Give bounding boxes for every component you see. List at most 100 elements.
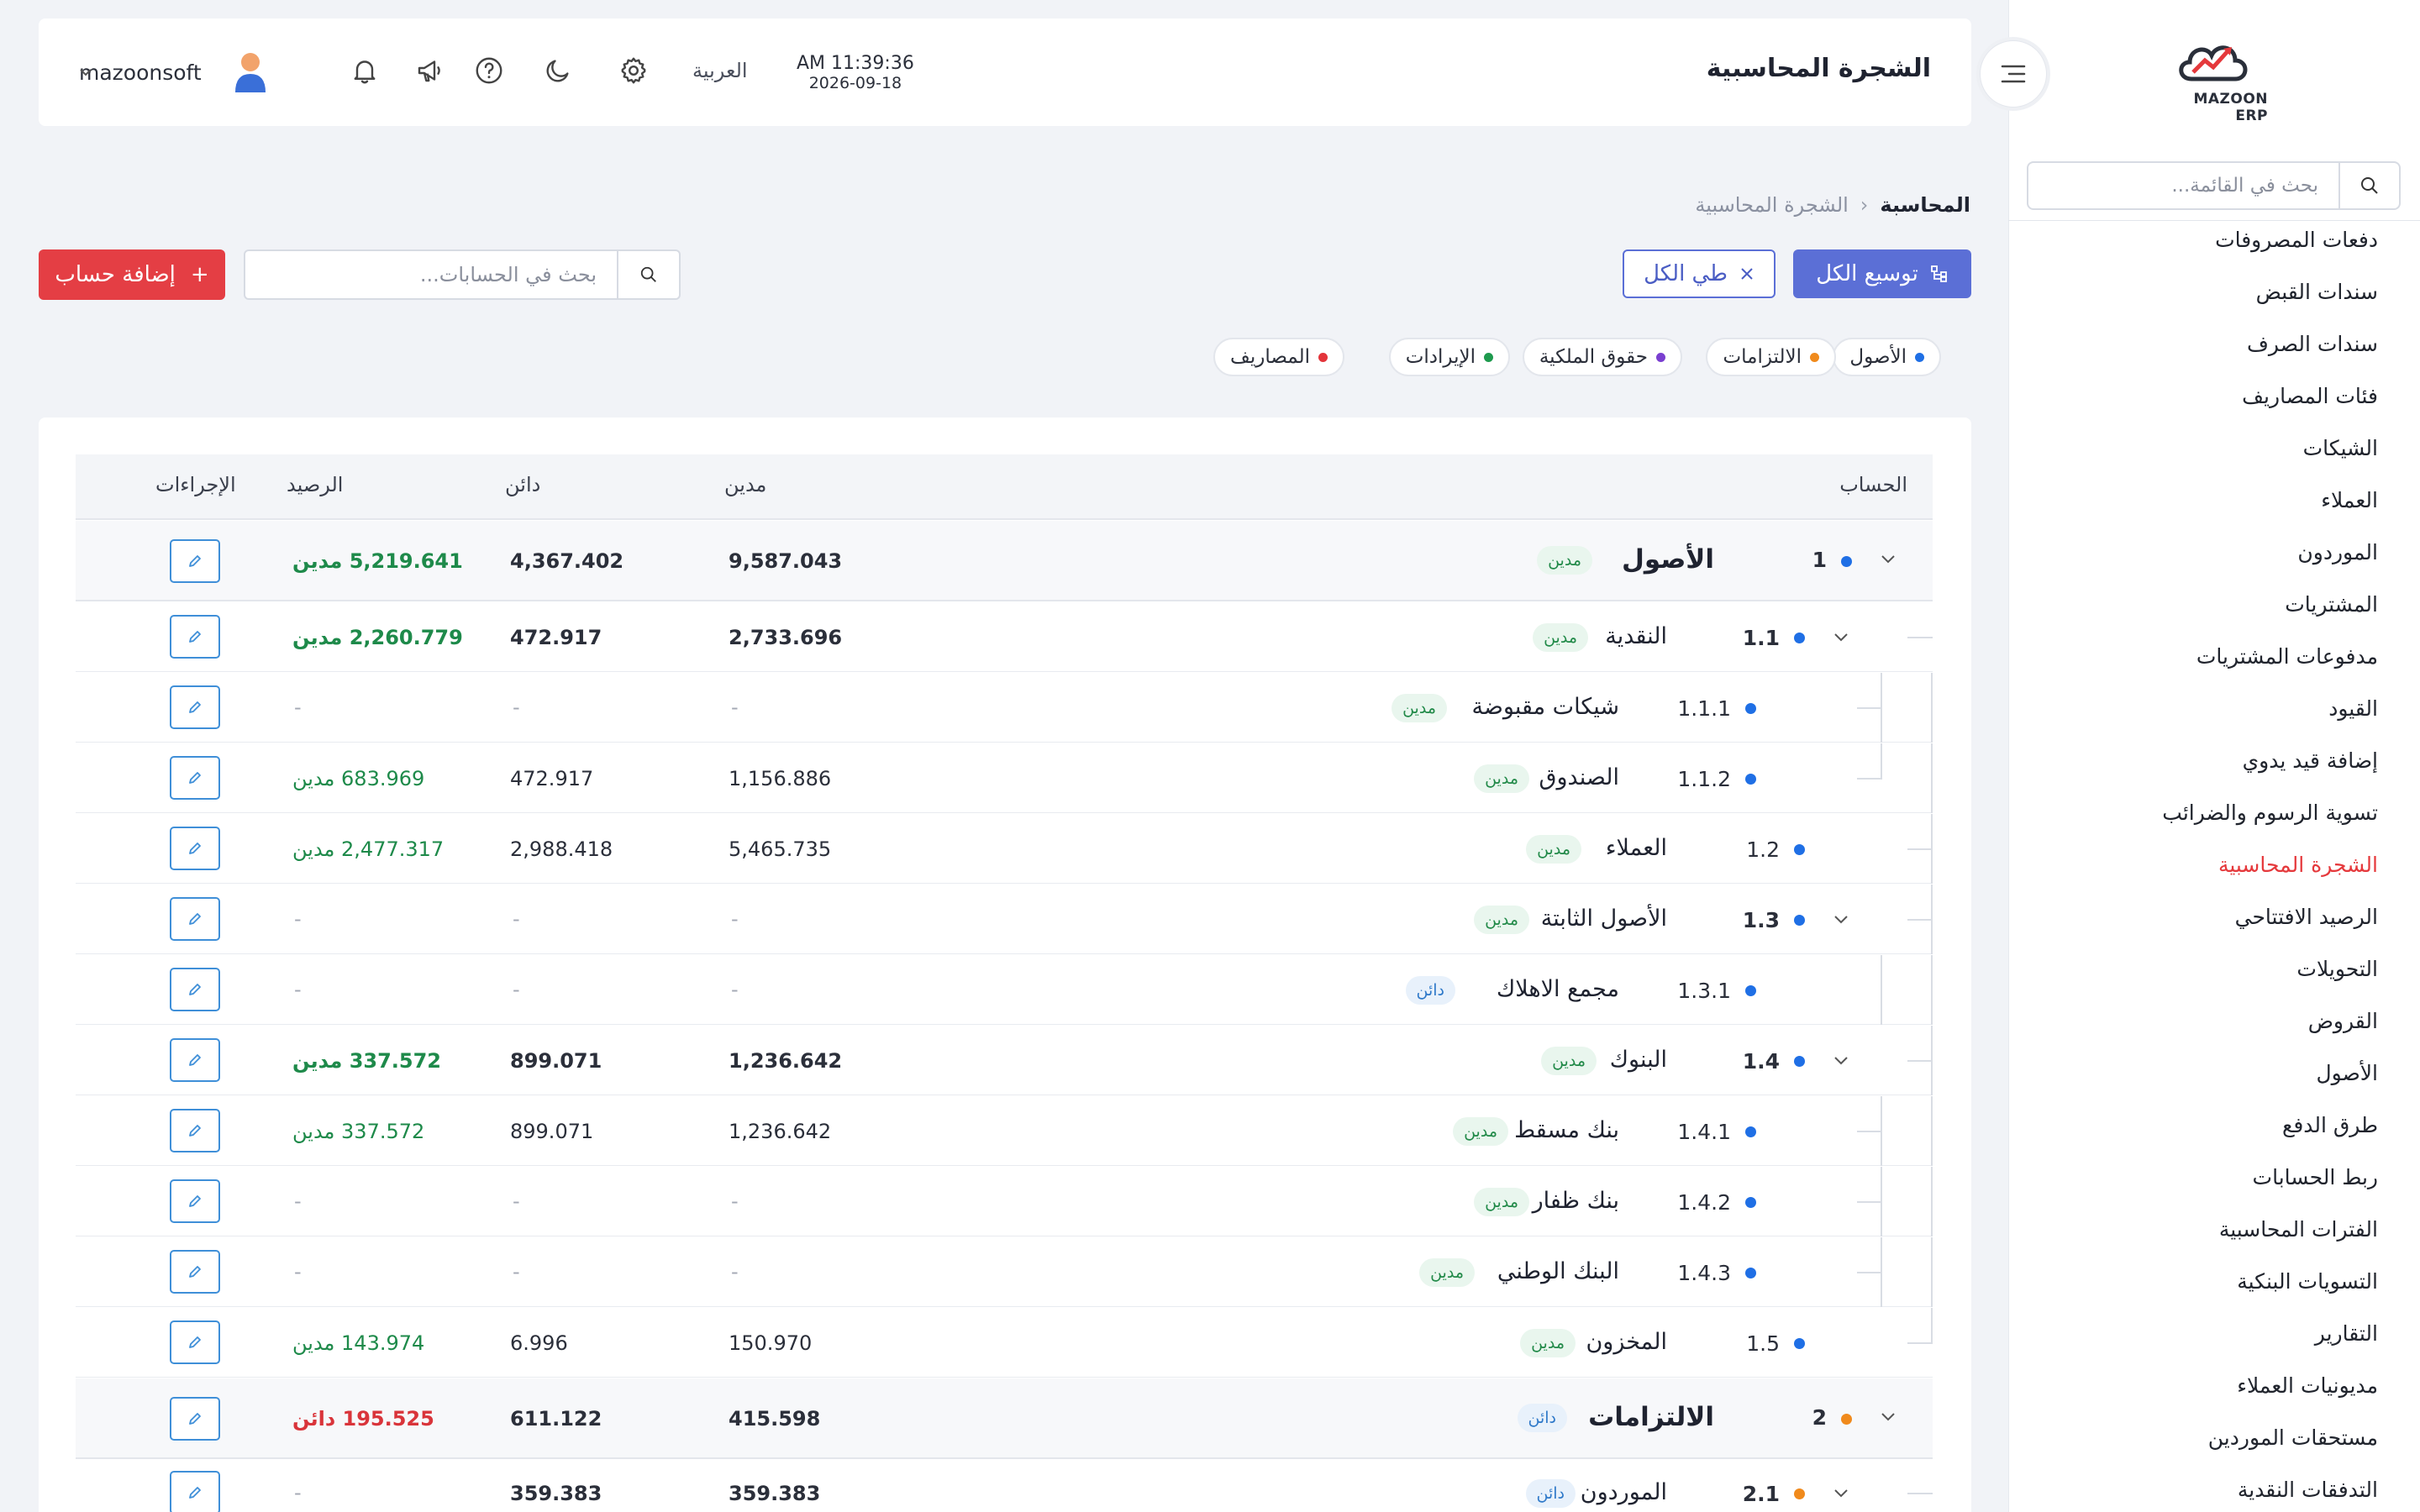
sidebar-item-transfers[interactable]: التحويلات bbox=[2296, 956, 2378, 983]
table-row[interactable]: 2 الالتزامات دائن 415.598 611.122 195.52… bbox=[76, 1378, 1933, 1459]
add-account-button[interactable]: + إضافة حساب bbox=[39, 249, 225, 300]
sidebar-item-cheques[interactable]: الشيكات bbox=[2303, 435, 2378, 462]
edit-button[interactable] bbox=[170, 615, 220, 659]
chevron-down-icon[interactable] bbox=[1833, 915, 1849, 925]
edit-button[interactable] bbox=[170, 827, 220, 870]
table-row[interactable]: 1.2 العملاء مدين 5,465.735 2,988.418 2,4… bbox=[76, 814, 1933, 884]
table-row[interactable]: 2.1 الموردون دائن 359.383 359.383 - bbox=[76, 1460, 1933, 1512]
collapse-all-button[interactable]: طي الكل bbox=[1623, 249, 1776, 298]
edit-button[interactable] bbox=[170, 685, 220, 729]
tree-connector bbox=[1931, 1237, 1933, 1307]
search-icon[interactable] bbox=[617, 251, 679, 298]
help-icon[interactable] bbox=[471, 52, 508, 89]
language-switch[interactable]: العربية bbox=[692, 59, 748, 82]
expand-all-button[interactable]: توسيع الكل bbox=[1793, 249, 1971, 298]
user-menu[interactable]: mazoonsoft bbox=[79, 50, 269, 94]
table-row[interactable]: 1.5 المخزون مدين 150.970 6.996 143.974 م… bbox=[76, 1308, 1933, 1378]
legend-dot bbox=[1484, 352, 1493, 362]
legend-expenses[interactable]: المصاريف bbox=[1213, 338, 1344, 376]
sidebar-search-input[interactable] bbox=[2028, 175, 2338, 197]
sidebar-item-expense-categories[interactable]: فئات المصاريف bbox=[2242, 383, 2378, 410]
table-row[interactable]: 1.3.1 مجمع الاهلاك دائن - - - bbox=[76, 955, 1933, 1025]
legend-dot bbox=[1318, 352, 1328, 362]
edit-button[interactable] bbox=[170, 1250, 220, 1294]
sidebar-item-journal-entries[interactable]: القيود bbox=[2328, 696, 2378, 722]
sidebar-item-assets[interactable]: الأصول bbox=[2316, 1060, 2378, 1087]
sidebar-search[interactable] bbox=[2027, 161, 2401, 210]
account-name: بنك مسقط bbox=[1514, 1117, 1619, 1143]
chevron-down-icon[interactable] bbox=[1833, 633, 1849, 643]
table-row[interactable]: 1.4.2 بنك ظفار مدين - - - bbox=[76, 1167, 1933, 1236]
avatar bbox=[234, 53, 266, 92]
tree-connector bbox=[1931, 1167, 1933, 1236]
app-logo[interactable]: MAZOON ERP bbox=[2159, 37, 2268, 124]
credit-value: - bbox=[513, 907, 520, 931]
balance-value: - bbox=[294, 696, 302, 719]
sidebar-item-customers[interactable]: العملاء bbox=[2321, 487, 2378, 514]
chevron-down-icon[interactable] bbox=[1881, 554, 1896, 564]
credit-value: 472.917 bbox=[510, 767, 594, 790]
col-credit: دائن bbox=[505, 473, 541, 496]
edit-button[interactable] bbox=[170, 756, 220, 800]
sidebar-item-suppliers[interactable]: الموردون bbox=[2297, 539, 2378, 566]
edit-button[interactable] bbox=[170, 1038, 220, 1082]
sidebar-item-supplier-dues[interactable]: مستحقات الموردين bbox=[2208, 1425, 2378, 1452]
sidebar-item-opening-balance[interactable]: الرصيد الافتتاحي bbox=[2235, 904, 2378, 931]
table-row[interactable]: 1.1.1 شيكات مقبوضة مدين - - - bbox=[76, 673, 1933, 743]
edit-button[interactable] bbox=[170, 1320, 220, 1364]
sidebar-item-fees-tax-settlement[interactable]: تسوية الرسوم والضرائب bbox=[2162, 800, 2378, 827]
chevron-down-icon[interactable] bbox=[1881, 1412, 1896, 1422]
edit-button[interactable] bbox=[170, 1397, 220, 1441]
dark-mode-icon[interactable] bbox=[539, 52, 576, 89]
sidebar-item-bank-reconciliation[interactable]: التسويات البنكية bbox=[2237, 1268, 2378, 1295]
edit-button[interactable] bbox=[170, 968, 220, 1011]
table-row[interactable]: 1.4 البنوك مدين 1,236.642 899.071 337.57… bbox=[76, 1026, 1933, 1095]
sidebar-item-customer-debts[interactable]: مديونيات العملاء bbox=[2237, 1373, 2378, 1399]
sidebar-item-reports[interactable]: التقارير bbox=[2315, 1320, 2378, 1347]
accounts-search[interactable] bbox=[244, 249, 681, 300]
edit-button[interactable] bbox=[170, 897, 220, 941]
sidebar-item-expense-payments[interactable]: دفعات المصروفات bbox=[2215, 227, 2378, 254]
sidebar-item-payment-methods[interactable]: طرق الدفع bbox=[2282, 1112, 2378, 1139]
account-code: 1.4.1 bbox=[1677, 1120, 1731, 1144]
sidebar-toggle-button[interactable] bbox=[1980, 40, 2047, 108]
legend-equity[interactable]: حقوق الملكية bbox=[1522, 338, 1682, 376]
sidebar-item-account-mapping[interactable]: ربط الحسابات bbox=[2253, 1164, 2378, 1191]
legend-assets[interactable]: الأصول bbox=[1833, 338, 1941, 376]
sidebar-item-payment-vouchers[interactable]: سندات الصرف bbox=[2247, 331, 2378, 358]
sidebar-item-manual-entry[interactable]: إضافة قيد يدوي bbox=[2243, 748, 2378, 774]
edit-button[interactable] bbox=[170, 1471, 220, 1512]
expand-all-label: توسيع الكل bbox=[1816, 261, 1918, 286]
sidebar-item-purchases[interactable]: المشتريات bbox=[2285, 591, 2378, 618]
account-name: النقدية bbox=[1605, 623, 1667, 649]
edit-button[interactable] bbox=[170, 1179, 220, 1223]
table-row[interactable]: 1.4.1 بنك مسقط مدين 1,236.642 899.071 33… bbox=[76, 1096, 1933, 1166]
table-row[interactable]: 1.3 الأصول الثابتة مدين - - - bbox=[76, 885, 1933, 954]
table-row[interactable]: 1 الأصول مدين 9,587.043 4,367.402 5,219.… bbox=[76, 521, 1933, 601]
table-row[interactable]: 1.4.3 البنك الوطني مدين - - - bbox=[76, 1237, 1933, 1307]
sidebar-item-loans[interactable]: القروض bbox=[2308, 1008, 2378, 1035]
notifications-icon[interactable] bbox=[346, 52, 383, 89]
account-nature-badge: مدين bbox=[1520, 1329, 1576, 1357]
table-row[interactable]: 1.1.2 الصندوق مدين 1,156.886 472.917 683… bbox=[76, 743, 1933, 813]
sidebar-item-purchase-payments[interactable]: مدفوعات المشتريات bbox=[2196, 643, 2378, 670]
account-name: الأصول الثابتة bbox=[1540, 906, 1667, 932]
sidebar-item-chart-of-accounts[interactable]: الشجرة المحاسبية bbox=[2218, 852, 2378, 879]
legend-liabilities[interactable]: الالتزامات bbox=[1706, 338, 1836, 376]
account-nature-badge: مدين bbox=[1453, 1117, 1508, 1146]
settings-icon[interactable] bbox=[615, 52, 652, 89]
chevron-down-icon[interactable] bbox=[1833, 1056, 1849, 1066]
debit-value: - bbox=[731, 907, 739, 931]
sidebar-item-accounting-periods[interactable]: الفترات المحاسبية bbox=[2219, 1216, 2378, 1243]
accounts-search-input[interactable] bbox=[245, 263, 617, 286]
sidebar-item-cash-flows[interactable]: التدفقات النقدية bbox=[2238, 1477, 2378, 1504]
table-header: الحساب مدين دائن الرصيد الإجراءات bbox=[76, 454, 1933, 520]
edit-button[interactable] bbox=[170, 1109, 220, 1152]
announcements-icon[interactable] bbox=[411, 52, 448, 89]
sidebar-item-receipt-vouchers[interactable]: سندات القبض bbox=[2256, 279, 2378, 306]
chevron-down-icon[interactable] bbox=[1833, 1488, 1849, 1499]
legend-revenue[interactable]: الإيرادات bbox=[1388, 338, 1510, 376]
table-row[interactable]: 1.1 النقدية مدين 2,733.696 472.917 2,260… bbox=[76, 602, 1933, 672]
edit-button[interactable] bbox=[170, 539, 220, 583]
breadcrumb-root[interactable]: المحاسبة bbox=[1880, 193, 1970, 217]
